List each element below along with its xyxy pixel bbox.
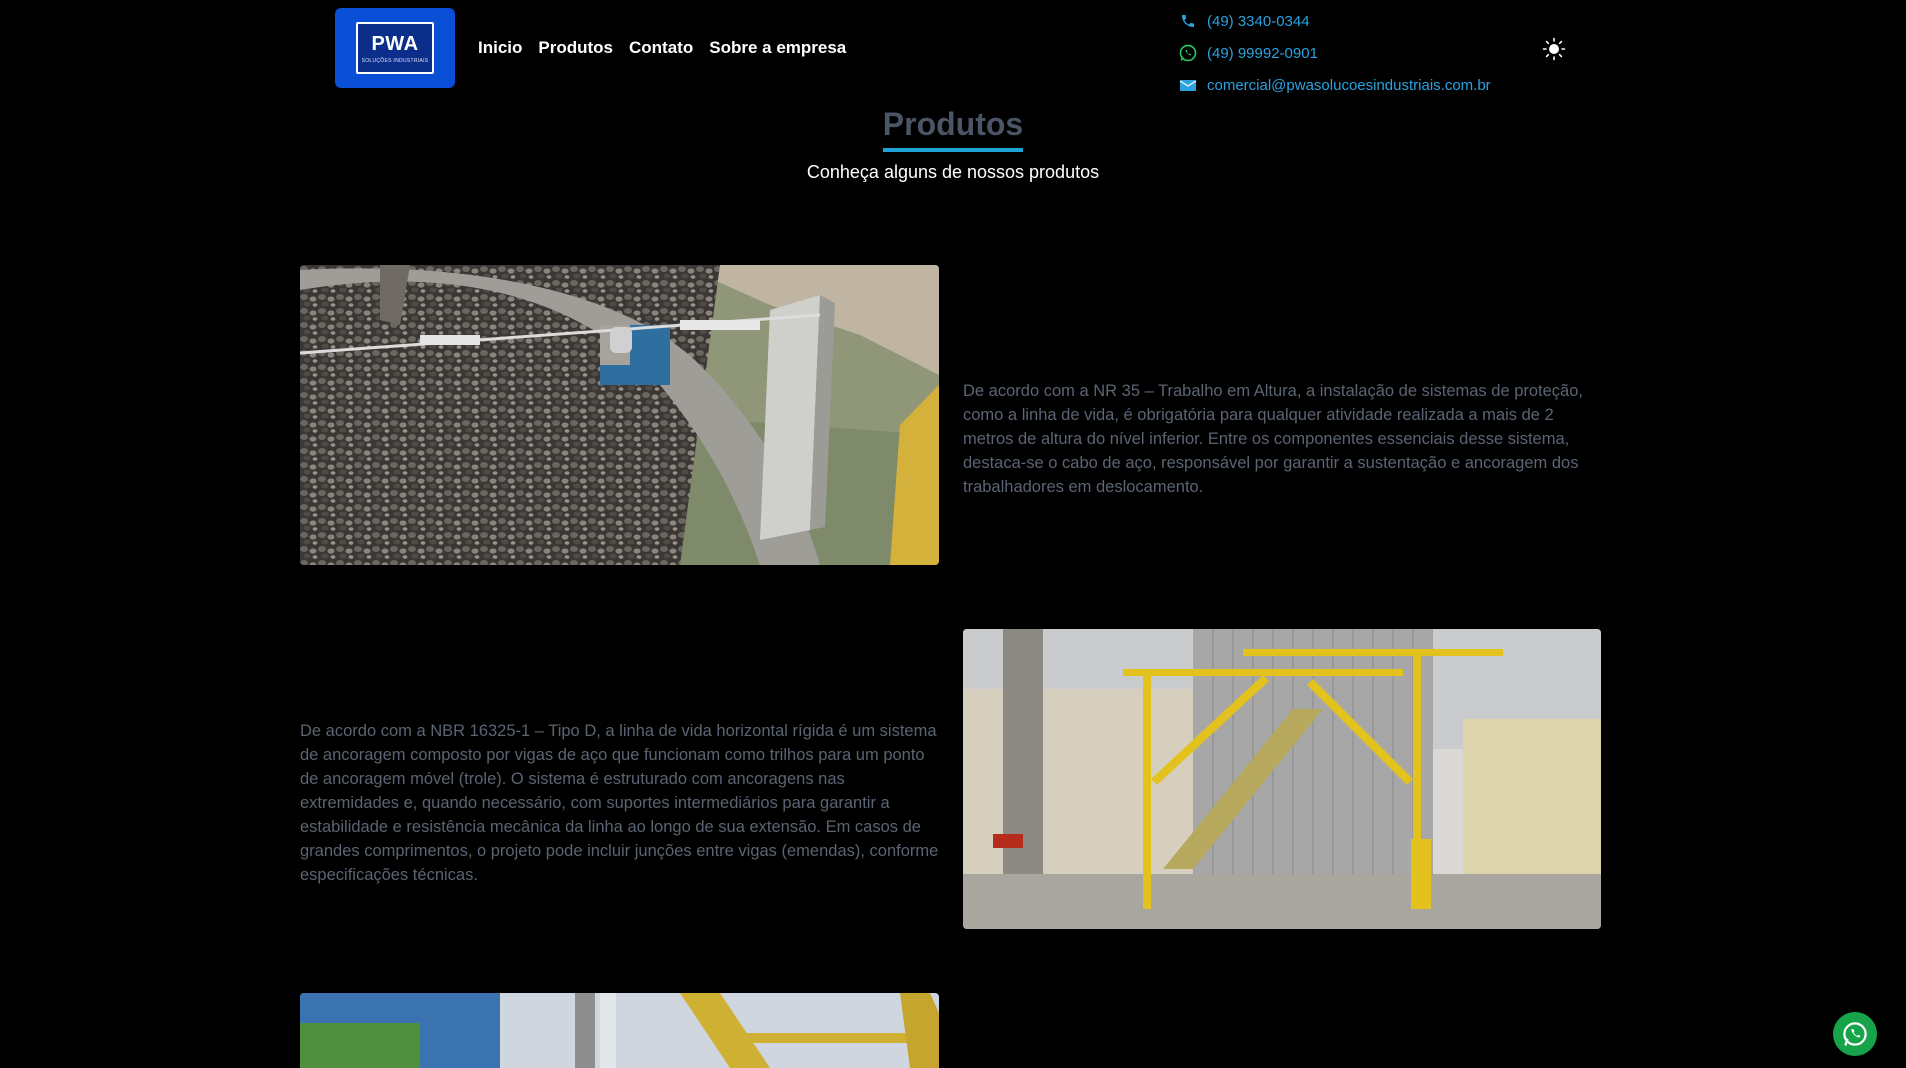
product-image-rigid-lifeline <box>963 629 1601 929</box>
theme-toggle-button[interactable] <box>1541 36 1567 62</box>
product-image-3 <box>300 993 939 1068</box>
logo-text: PWA <box>371 32 419 55</box>
nav-inicio[interactable]: Inicio <box>478 38 522 58</box>
logo[interactable]: PWA SOLUÇÕES INDUSTRIAIS <box>335 8 455 88</box>
contact-list: (49) 3340-0344 (49) 99992-0901 comercial… <box>1178 5 1491 101</box>
section-heading: Produtos <box>0 104 1906 152</box>
nav-produtos[interactable]: Produtos <box>538 38 613 58</box>
contact-phone[interactable]: (49) 3340-0344 <box>1178 5 1491 37</box>
phone-icon <box>1178 11 1198 31</box>
nav-sobre[interactable]: Sobre a empresa <box>709 38 846 58</box>
contact-whatsapp[interactable]: (49) 99992-0901 <box>1178 37 1491 69</box>
sun-icon <box>1542 37 1566 61</box>
logo-subtext: SOLUÇÕES INDUSTRIAIS <box>361 57 429 64</box>
product-image-cable-lifeline <box>300 265 939 565</box>
whatsapp-icon <box>1178 43 1198 63</box>
whatsapp-number[interactable]: (49) 99992-0901 <box>1207 45 1318 62</box>
page-title: Produtos <box>882 104 1024 152</box>
product-description-2: De acordo com a NBR 16325-1 – Tipo D, a … <box>300 722 939 884</box>
product-description-1: De acordo com a NR 35 – Trabalho em Altu… <box>963 382 1583 496</box>
whatsapp-float-button[interactable] <box>1833 1012 1877 1056</box>
whatsapp-icon <box>1843 1022 1867 1046</box>
nav-contato[interactable]: Contato <box>629 38 693 58</box>
phone-number[interactable]: (49) 3340-0344 <box>1207 13 1310 30</box>
logo-badge: PWA SOLUÇÕES INDUSTRIAIS <box>356 22 434 74</box>
email-address[interactable]: comercial@pwasolucoesindustriais.com.br <box>1207 77 1491 94</box>
contact-email[interactable]: comercial@pwasolucoesindustriais.com.br <box>1178 69 1491 101</box>
mail-icon <box>1178 75 1198 95</box>
section-subtitle: Conheça alguns de nossos produtos <box>806 162 1100 182</box>
main-nav: Inicio Produtos Contato Sobre a empresa <box>478 38 846 58</box>
